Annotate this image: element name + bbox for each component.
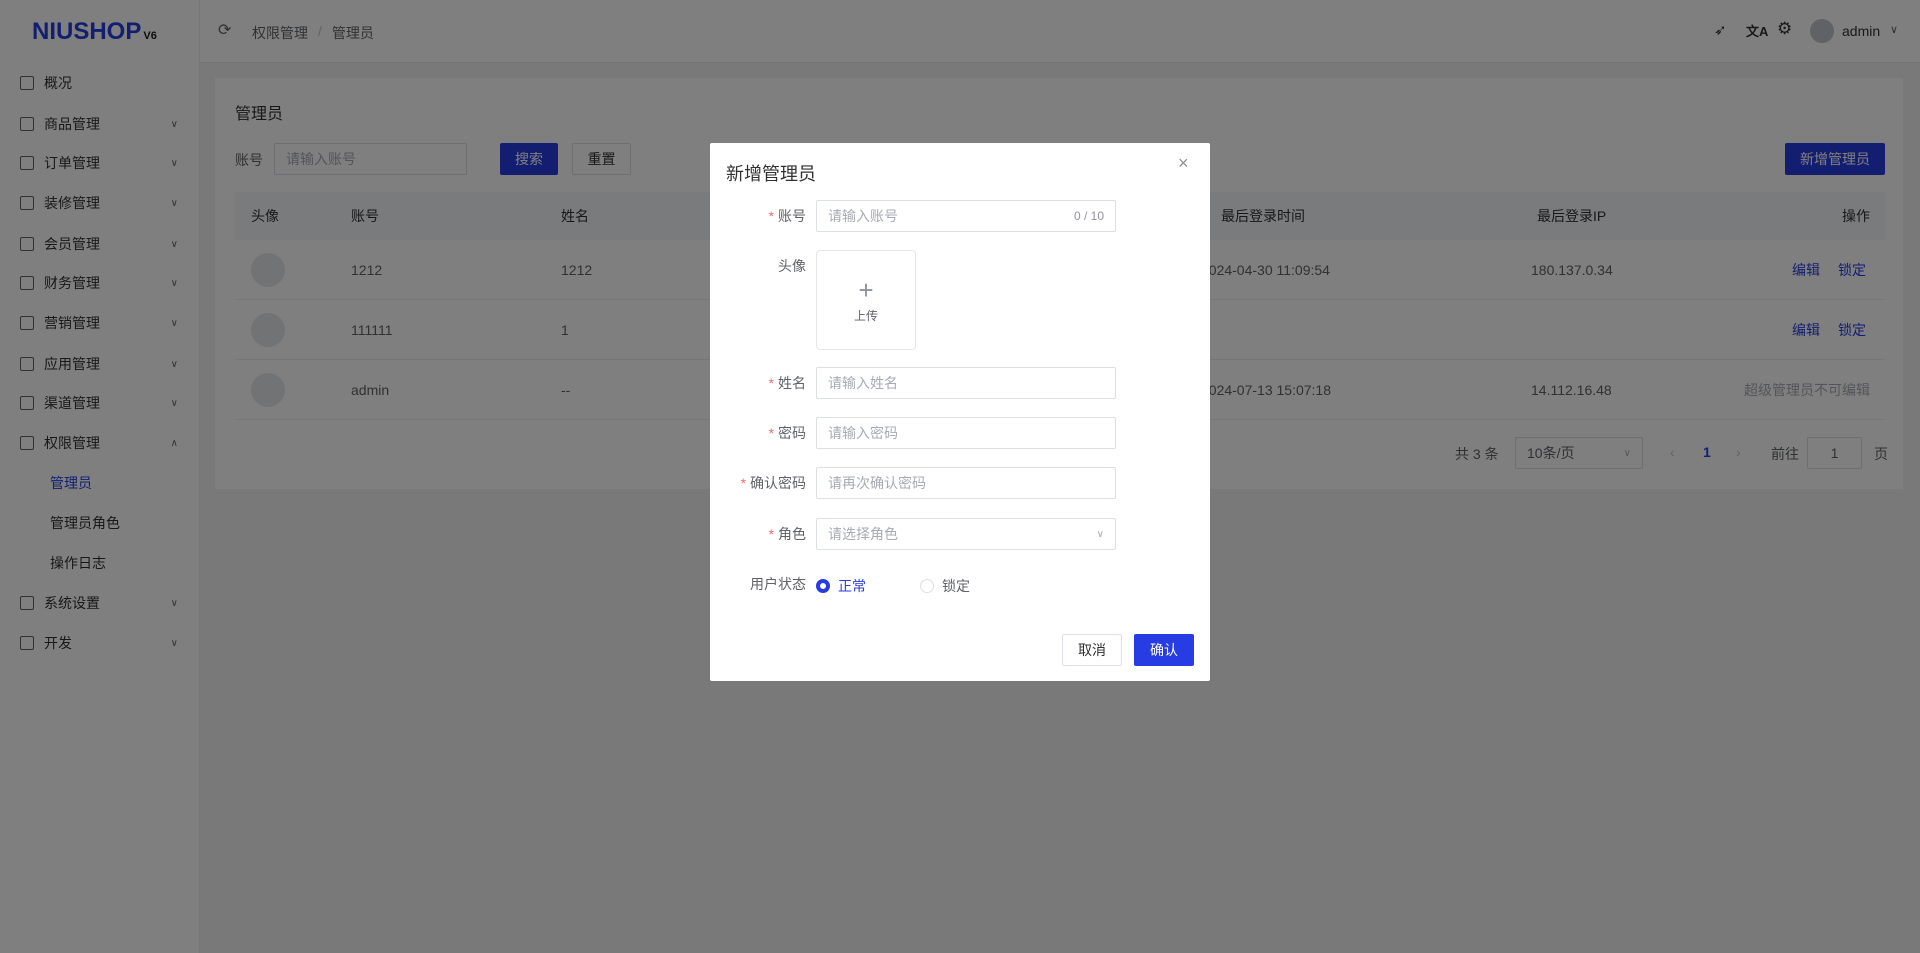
name-label: 姓名 bbox=[778, 375, 806, 391]
name-field[interactable]: 请输入姓名 bbox=[816, 367, 1116, 399]
radio-locked-label[interactable]: 锁定 bbox=[942, 576, 970, 596]
radio-normal-label[interactable]: 正常 bbox=[838, 576, 898, 596]
role-label: 角色 bbox=[778, 526, 806, 542]
cancel-button[interactable]: 取消 bbox=[1062, 634, 1122, 666]
required-mark: * bbox=[740, 475, 746, 491]
name-placeholder: 请输入姓名 bbox=[828, 375, 898, 391]
chevron-down-icon: ∨ bbox=[1096, 528, 1104, 540]
role-select[interactable]: 请选择角色 ∨ bbox=[816, 518, 1116, 550]
password-placeholder: 请输入密码 bbox=[828, 425, 898, 441]
confirm-button[interactable]: 确认 bbox=[1134, 634, 1194, 666]
radio-normal[interactable] bbox=[816, 579, 830, 593]
confirm-password-field[interactable]: 请再次确认密码 bbox=[816, 467, 1116, 499]
required-mark: * bbox=[768, 208, 774, 224]
required-mark: * bbox=[768, 375, 774, 391]
confirm-password-label: 确认密码 bbox=[750, 475, 806, 491]
password-field[interactable]: 请输入密码 bbox=[816, 417, 1116, 449]
required-mark: * bbox=[768, 425, 774, 441]
close-icon[interactable]: × bbox=[1178, 153, 1189, 174]
role-placeholder: 请选择角色 bbox=[828, 526, 898, 542]
avatar-label: 头像 bbox=[778, 258, 806, 274]
status-radio-group: 正常 锁定 bbox=[816, 576, 970, 596]
account-char-counter: 0 / 10 bbox=[1073, 209, 1104, 223]
plus-icon: + bbox=[858, 274, 874, 305]
avatar-upload[interactable]: + 上传 bbox=[816, 250, 916, 350]
radio-locked[interactable] bbox=[920, 579, 934, 593]
account-field[interactable]: 请输入账号 0 / 10 bbox=[816, 200, 1116, 232]
required-mark: * bbox=[768, 526, 774, 542]
status-label: 用户状态 bbox=[750, 576, 806, 592]
account-placeholder: 请输入账号 bbox=[828, 208, 898, 224]
confirm-password-placeholder: 请再次确认密码 bbox=[828, 475, 926, 491]
account-label: 账号 bbox=[778, 208, 806, 224]
add-admin-dialog: 新增管理员 × * 账号 请输入账号 0 / 10 头像 + 上传 * 姓名 请输入姓… bbox=[710, 143, 1210, 681]
dialog-title: 新增管理员 bbox=[726, 164, 816, 184]
password-label: 密码 bbox=[778, 425, 806, 441]
upload-label: 上传 bbox=[853, 308, 878, 323]
